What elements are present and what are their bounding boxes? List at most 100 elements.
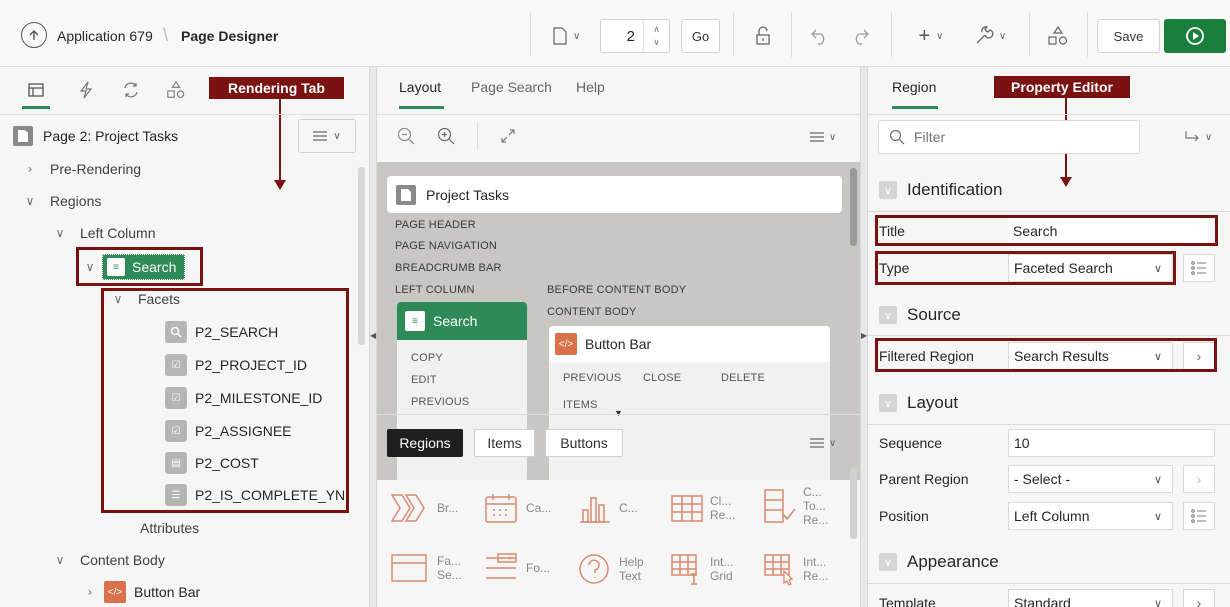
gallery-scrollbar[interactable] — [850, 467, 857, 539]
gallery-item-faceted-search[interactable]: Fa... Se... — [389, 552, 465, 584]
scrollbar[interactable] — [358, 167, 365, 345]
filtered-region-goto-button[interactable]: › — [1183, 342, 1215, 370]
page-number-input[interactable]: 2 ∧ ∨ — [600, 19, 670, 53]
divider — [1029, 12, 1030, 57]
layout-menu-button[interactable]: ∨ — [805, 127, 841, 147]
page-designer-title: Page Designer — [181, 28, 279, 44]
search-position-previous: PREVIOUS — [411, 396, 470, 408]
dynamic-actions-tab[interactable] — [75, 77, 97, 103]
tree-page-node[interactable]: Page 2: Project Tasks — [12, 124, 178, 148]
gallery-tab-buttons[interactable]: Buttons — [545, 429, 623, 457]
facet-item[interactable]: ▤ P2_COST — [165, 451, 259, 475]
checkbox-list-icon: ☑ — [165, 354, 187, 376]
layout-scrollbar[interactable] — [850, 168, 857, 246]
redo-icon[interactable] — [848, 25, 872, 47]
gallery-item-interactive-grid[interactable]: Int... Grid — [670, 552, 738, 586]
template-select[interactable]: Standard ∨ — [1008, 589, 1173, 607]
tree-button-bar[interactable]: › </> Button Bar — [82, 580, 200, 604]
facet-item[interactable]: ☑ P2_PROJECT_ID — [165, 353, 307, 377]
gallery-item-form[interactable]: Fo... — [484, 552, 550, 584]
tab-layout[interactable]: Layout — [399, 79, 441, 95]
tree-pre-rendering[interactable]: › Pre-Rendering — [22, 157, 141, 181]
gallery-item-classic-report[interactable]: Cl... Re... — [670, 492, 740, 524]
type-select[interactable]: Faceted Search ∨ — [1008, 254, 1173, 282]
type-list-button[interactable] — [1183, 254, 1215, 282]
collapse-icon: ∨ — [879, 306, 897, 324]
facet-item[interactable]: ☑ P2_MILESTONE_ID — [165, 386, 322, 410]
position-list-button[interactable] — [1183, 502, 1215, 530]
chevron-right-icon: › — [1196, 348, 1202, 364]
section-appearance[interactable]: ∨ Appearance — [868, 542, 1230, 582]
parent-region-goto-button[interactable]: › — [1183, 465, 1215, 493]
shared-components-tab[interactable] — [165, 77, 187, 103]
facet-item[interactable]: P2_SEARCH — [165, 320, 278, 344]
processing-tab[interactable] — [120, 77, 142, 103]
tree-content-body[interactable]: ∨ Content Body — [52, 548, 165, 572]
expand-icon[interactable] — [497, 125, 519, 147]
tree-left-column[interactable]: ∨ Left Column — [52, 221, 156, 245]
save-button[interactable]: Save — [1097, 19, 1160, 53]
facet-item[interactable]: ☑ P2_ASSIGNEE — [165, 419, 292, 443]
tree-search-region[interactable]: ∨ ≡ Search — [82, 254, 186, 280]
sequence-input[interactable]: 10 — [1008, 429, 1215, 457]
template-label: Template — [879, 595, 936, 607]
chart-icon — [580, 497, 610, 523]
tab-region[interactable]: Region — [892, 79, 936, 95]
gallery-item-chart[interactable]: C... — [577, 492, 638, 524]
zoom-out-icon[interactable] — [395, 125, 417, 147]
rendering-tab[interactable] — [22, 77, 50, 103]
app-breadcrumb[interactable]: Application 679 — [57, 28, 153, 44]
layout-page-box[interactable]: Project Tasks — [387, 176, 842, 213]
tree-regions[interactable]: ∨ Regions — [22, 189, 102, 213]
gallery-item-help-text[interactable]: Help Text — [577, 552, 649, 586]
gallery-tab-regions[interactable]: Regions — [387, 429, 463, 457]
template-options-button[interactable]: › — [1183, 589, 1215, 607]
layout-button-bar-label: Button Bar — [585, 336, 652, 352]
chevron-down-icon: ∨ — [25, 194, 35, 208]
gallery-item-breadcrumb[interactable]: Br... — [389, 492, 458, 524]
filtered-region-select[interactable]: Search Results ∨ — [1008, 342, 1173, 370]
page-number-stepper[interactable]: ∧ ∨ — [643, 20, 669, 52]
create-menu-button[interactable]: + ∨ — [912, 25, 950, 47]
zoom-in-icon[interactable] — [435, 125, 457, 147]
divider — [791, 12, 792, 57]
gallery-menu-button[interactable]: ∨ — [805, 433, 841, 453]
shared-components-icon[interactable] — [1046, 24, 1070, 48]
position-select[interactable]: Left Column ∨ — [1008, 502, 1173, 530]
tab-help[interactable]: Help — [576, 79, 605, 95]
tree-attributes[interactable]: Attributes — [140, 516, 199, 540]
section-source[interactable]: ∨ Source — [868, 295, 1230, 335]
gallery-item-column-toggle[interactable]: C... To... Re... — [763, 485, 833, 527]
position-before-content-body: BEFORE CONTENT BODY — [547, 284, 687, 296]
section-identification[interactable]: ∨ Identification — [868, 170, 1230, 210]
right-splitter[interactable]: ▶ — [860, 67, 868, 607]
tree-facets[interactable]: ∨ Facets — [110, 287, 180, 311]
search-field-icon — [165, 321, 187, 343]
gallery-tab-items[interactable]: Items — [474, 429, 535, 457]
page-icon — [396, 184, 416, 205]
facet-item[interactable]: ☰ P2_IS_COMPLETE_YN — [165, 483, 345, 507]
section-layout[interactable]: ∨ Layout — [868, 383, 1230, 423]
gallery-item-label: Cl... Re... — [710, 494, 736, 522]
utilities-menu-button[interactable]: ∨ — [970, 25, 1010, 47]
app-home-button[interactable] — [21, 22, 47, 48]
gallery-item-interactive-report[interactable]: Int... Re... — [763, 552, 833, 586]
run-button[interactable] — [1164, 19, 1226, 53]
page-type-menu[interactable]: ∨ — [553, 25, 593, 47]
parent-region-select[interactable]: - Select - ∨ — [1008, 465, 1173, 493]
tab-page-search[interactable]: Page Search — [471, 79, 552, 95]
go-to-group-button[interactable]: ∨ — [1178, 127, 1218, 147]
title-field[interactable]: Search — [1008, 217, 1208, 245]
gallery-item-calendar[interactable]: Ca... — [484, 492, 551, 524]
tree-menu-button[interactable]: ∨ — [298, 119, 356, 153]
lock-icon[interactable] — [752, 25, 774, 47]
filter-input[interactable]: Filter — [878, 120, 1140, 154]
chevron-down-icon: ∨ — [55, 553, 65, 567]
toolbar: Application 679 \ Page Designer ∨ 2 ∧ ∨ G… — [0, 0, 1230, 67]
left-splitter[interactable]: ◀ — [369, 67, 377, 607]
undo-icon[interactable] — [808, 25, 832, 47]
filter-placeholder: Filter — [914, 129, 946, 145]
go-button[interactable]: Go — [681, 19, 720, 53]
search-region-selected[interactable]: ≡ Search — [102, 254, 186, 280]
lightning-icon — [79, 81, 93, 99]
